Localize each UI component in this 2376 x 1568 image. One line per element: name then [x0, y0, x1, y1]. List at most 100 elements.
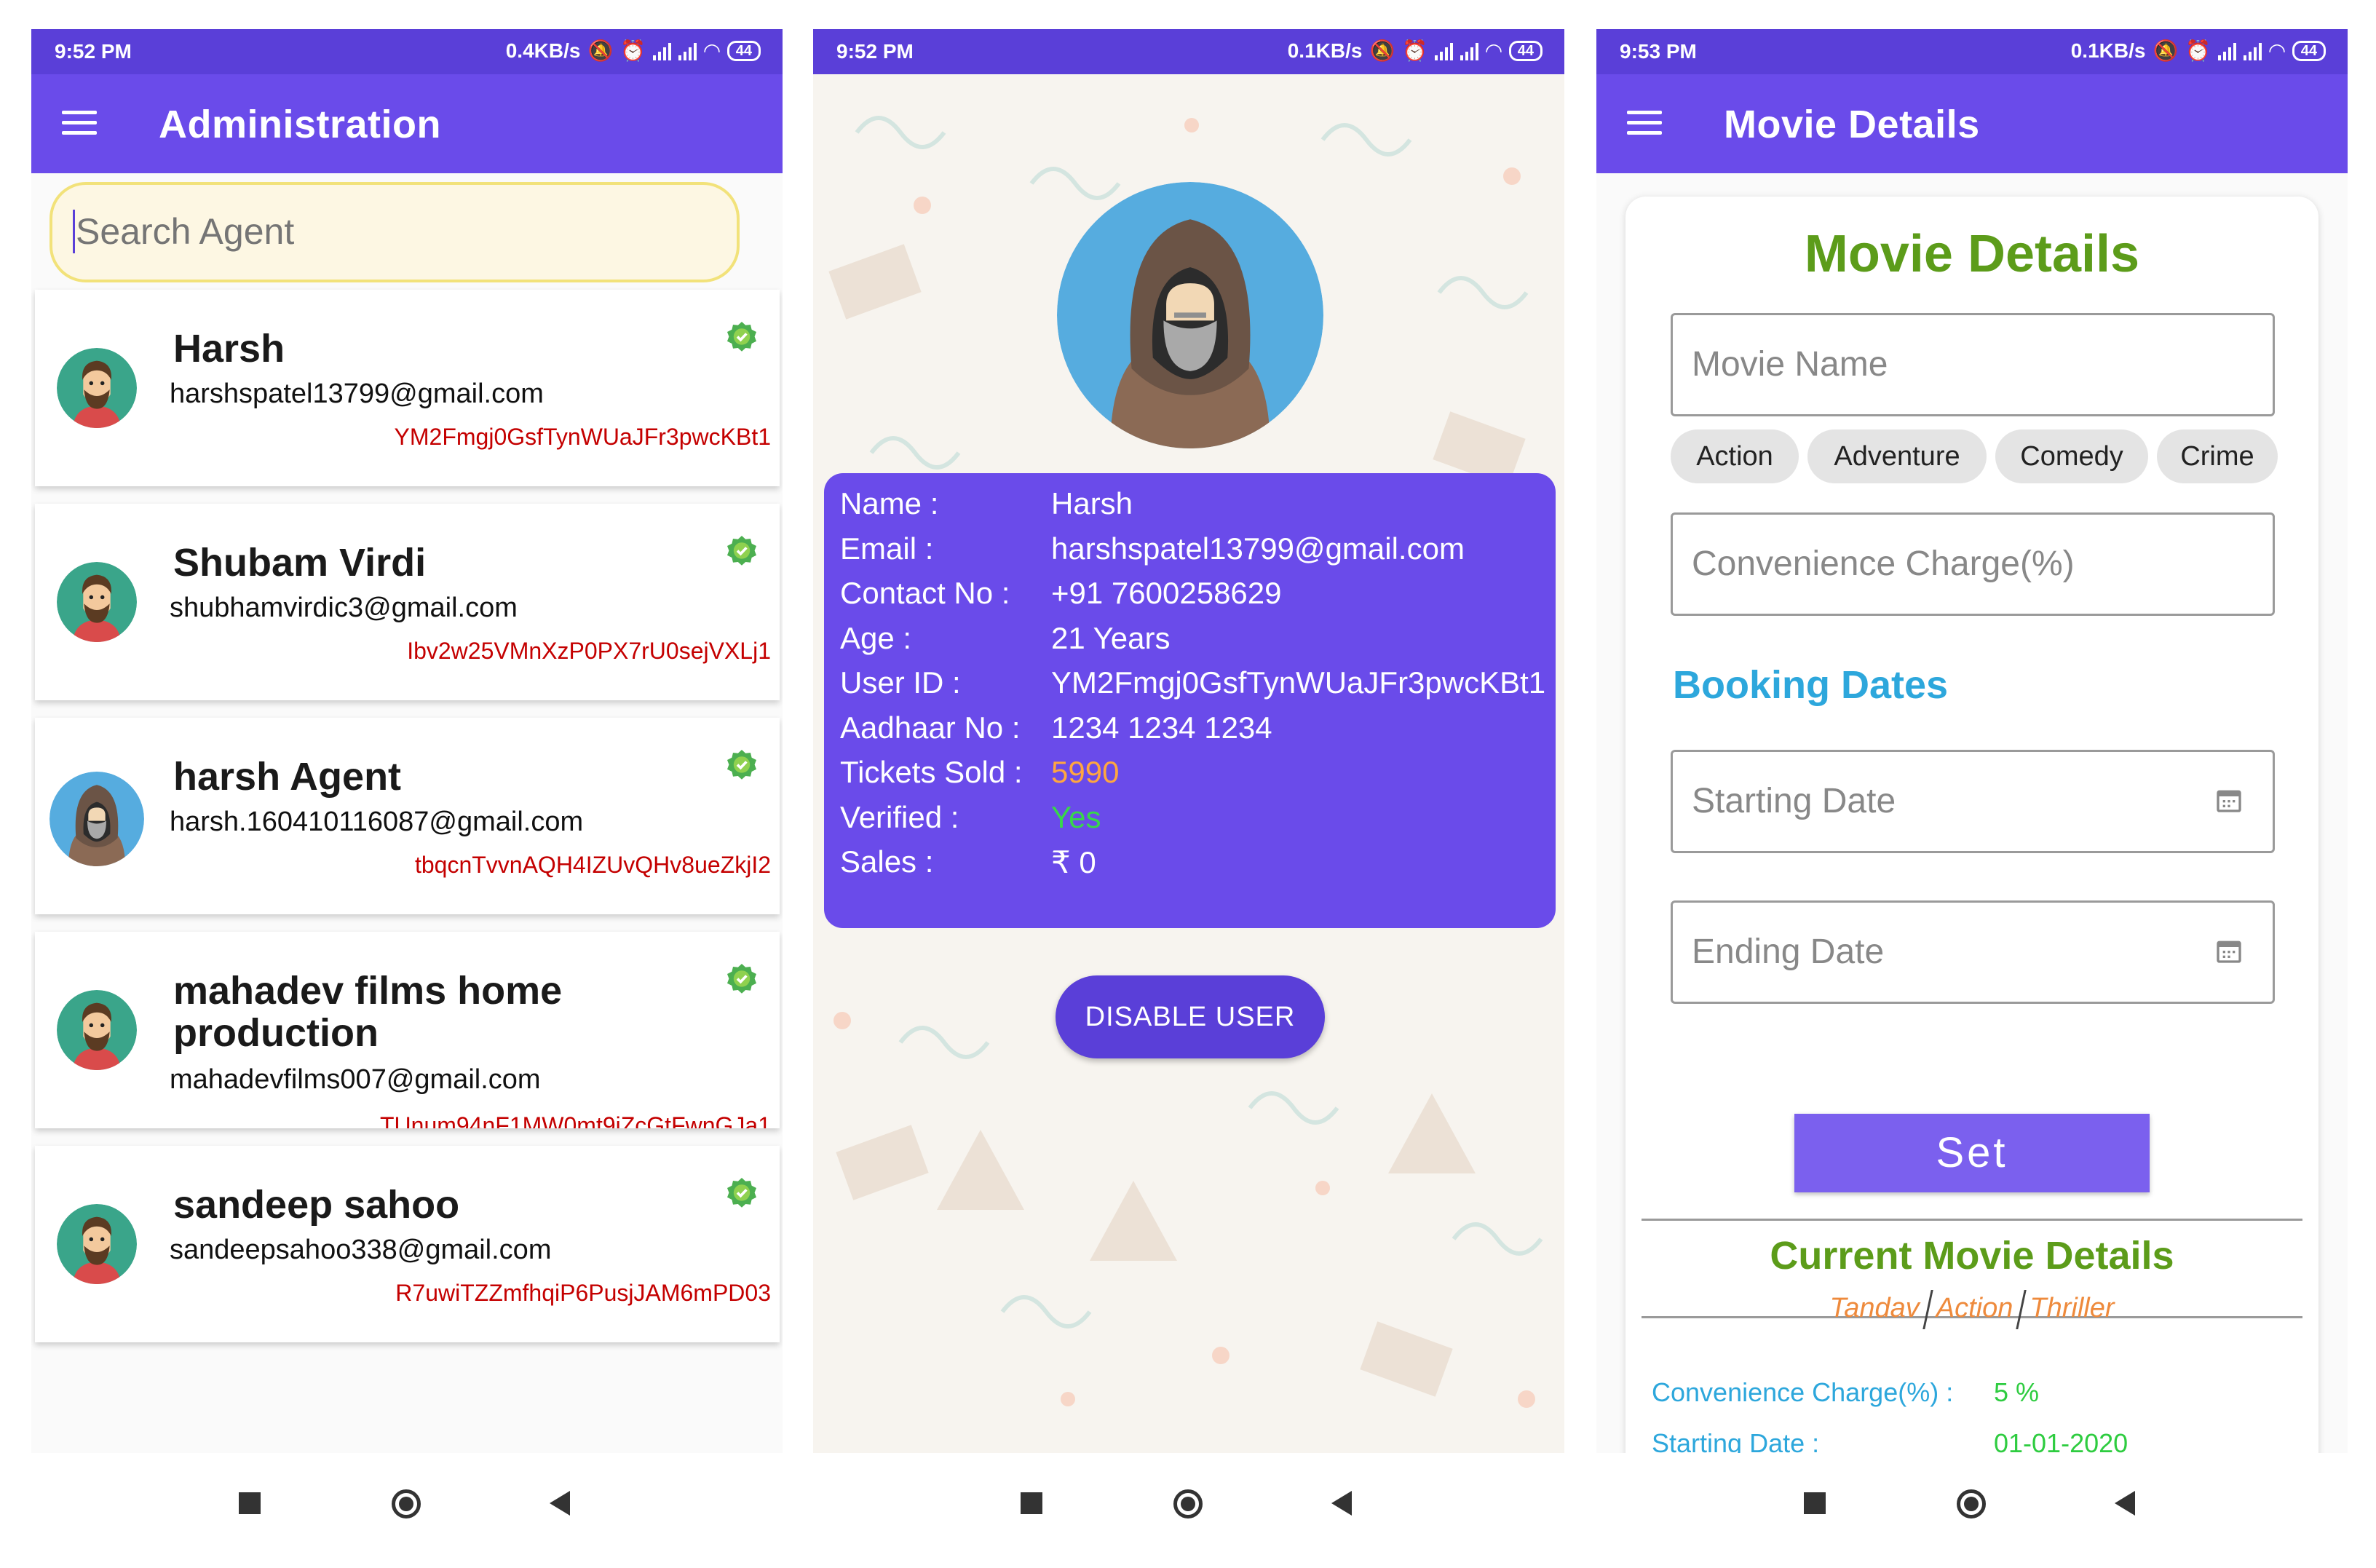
info-label: Sales : — [840, 844, 934, 879]
agent-avatar — [57, 562, 137, 642]
agent-avatar — [57, 1204, 137, 1284]
tag-genre: Thriller — [2030, 1293, 2115, 1324]
agent-user-id: Ibv2w25VMnXzP0PX7rU0sejVXLj1 — [407, 638, 771, 664]
menu-icon[interactable] — [1627, 111, 1662, 135]
network-speed: 0.1KB/s — [2070, 39, 2146, 62]
agent-avatar — [57, 990, 137, 1070]
info-value: YM2Fmgj0GsfTynWUaJFr3pwcKBt1 — [1051, 665, 1546, 700]
tag-genre: Action — [1936, 1293, 2013, 1324]
current-movie-title: Current Movie Details — [1770, 1234, 2174, 1278]
toolbar-title: Movie Details — [1724, 103, 1980, 146]
verified-badge-icon — [724, 962, 759, 997]
hooded-man-avatar-icon — [50, 772, 144, 866]
hooded-man-avatar-icon — [1057, 182, 1323, 448]
starting-date-field[interactable]: Starting Date — [1671, 750, 2275, 853]
recents-icon[interactable] — [239, 1492, 261, 1514]
status-time: 9:53 PM — [1620, 40, 1697, 63]
ending-date-field[interactable]: Ending Date — [1671, 900, 2275, 1004]
agent-name: Harsh — [173, 327, 285, 371]
agent-card[interactable]: Harsh harshspatel13799@gmail.com YM2Fmgj0G… — [35, 290, 780, 486]
signal-icon — [653, 41, 672, 60]
genre-chip-adventure[interactable]: Adventure — [1807, 429, 1987, 483]
info-label: Name : — [840, 486, 939, 520]
tag-separator — [2016, 1290, 2027, 1329]
signal-icon — [1435, 41, 1454, 60]
battery-icon: 44 — [726, 40, 761, 61]
booking-dates-title: Booking Dates — [1673, 663, 1949, 707]
search-input[interactable] — [74, 207, 703, 256]
agent-name: harsh Agent — [173, 755, 402, 799]
agent-card[interactable]: harsh Agent harsh.160410116087@gmail.com t… — [35, 718, 780, 914]
user-detail-screen: 9:52 PM 0.1KB/s 🔕 ⏰ ◠ 44 Name: Harsh Em… — [813, 29, 1564, 1568]
back-icon[interactable] — [2115, 1491, 2135, 1516]
home-icon[interactable] — [1173, 1489, 1203, 1518]
verified-badge-icon — [724, 1176, 759, 1211]
agent-user-id: R7uwiTZZmfhqiP6PusjJAM6mPD03 — [395, 1280, 771, 1306]
home-icon[interactable] — [392, 1489, 421, 1518]
bearded-man-avatar-icon — [57, 990, 137, 1070]
back-icon[interactable] — [1331, 1491, 1352, 1516]
agent-name: mahadev films home production — [173, 969, 563, 1055]
bearded-man-avatar-icon — [57, 1204, 137, 1284]
recents-icon[interactable] — [1804, 1492, 1826, 1514]
convenience-charge-placeholder: Convenience Charge(%) — [1692, 545, 2075, 583]
verified-badge-icon — [724, 534, 759, 569]
network-speed: 0.4KB/s — [505, 39, 581, 62]
info-label: Tickets Sold : — [840, 755, 1023, 789]
agent-avatar — [50, 772, 144, 866]
info-value: Harsh — [1051, 486, 1133, 520]
search-agent-field[interactable] — [50, 182, 740, 282]
app-toolbar: Administration — [31, 74, 783, 173]
genre-chip-comedy[interactable]: Comedy — [1995, 429, 2148, 483]
calendar-icon[interactable] — [2214, 785, 2244, 815]
agent-email: harsh.160410116087@gmail.com — [170, 807, 584, 837]
info-label: Aadhaar No : — [840, 710, 1021, 745]
back-icon[interactable] — [550, 1491, 570, 1516]
info-value: 5990 — [1051, 755, 1120, 789]
status-time: 9:52 PM — [836, 40, 914, 63]
calendar-icon[interactable] — [2214, 936, 2244, 965]
agent-card[interactable]: sandeep sahoo sandeepsahoo338@gmail.com R7… — [35, 1146, 780, 1342]
set-button[interactable]: Set — [1794, 1114, 2150, 1192]
tag-movie-name: Tandav — [1829, 1293, 1920, 1324]
genre-chip-crime[interactable]: Crime — [2157, 429, 2278, 483]
menu-icon[interactable] — [62, 111, 97, 135]
disable-user-button[interactable]: DISABLE USER — [1056, 975, 1325, 1058]
status-bar: 9:52 PM 0.4KB/s 🔕 ⏰ ◠ 44 — [31, 29, 783, 74]
verified-badge-icon — [724, 748, 759, 783]
movie-details-screen: 9:53 PM 0.1KB/s 🔕 ⏰ ◠ 44 Movie Details M… — [1596, 29, 2348, 1568]
status-bar: 9:53 PM 0.1KB/s 🔕 ⏰ ◠ 44 — [1596, 29, 2348, 74]
battery-icon: 44 — [2292, 40, 2326, 61]
signal-icon — [678, 41, 697, 60]
info-label: Age : — [840, 620, 912, 655]
info-value: Yes — [1051, 799, 1101, 834]
wifi-icon: ◠ — [2269, 39, 2285, 62]
alarm-icon: ⏰ — [2185, 39, 2211, 62]
mute-icon: 🔕 — [587, 39, 614, 62]
agent-card[interactable]: mahadev films home production mahadevfilm… — [35, 932, 780, 1128]
mute-icon: 🔕 — [2153, 39, 2179, 62]
genre-chip-action[interactable]: Action — [1671, 429, 1799, 483]
form-heading: Movie Details — [1804, 225, 2140, 283]
home-icon[interactable] — [1957, 1489, 1986, 1518]
current-convenience-value: 5 % — [1994, 1377, 2040, 1407]
agent-card[interactable]: Shubam Virdi shubhamvirdic3@gmail.com Ibv2… — [35, 504, 780, 700]
mute-icon: 🔕 — [1369, 39, 1395, 62]
admin-screen: 9:52 PM 0.4KB/s 🔕 ⏰ ◠ 44 Administration … — [31, 29, 783, 1568]
verified-badge-icon — [724, 320, 759, 355]
user-info-card: Name : Harsh Email : harshspatel13799@gmail… — [824, 473, 1556, 928]
signal-icon — [2244, 41, 2262, 60]
convenience-charge-field[interactable]: Convenience Charge(%) — [1671, 512, 2275, 616]
movie-name-field[interactable]: Movie Name — [1671, 313, 2275, 416]
info-value: 1234 1234 1234 — [1051, 710, 1272, 745]
battery-icon: 44 — [1508, 40, 1543, 61]
wifi-icon: ◠ — [704, 39, 720, 62]
status-bar: 9:52 PM 0.1KB/s 🔕 ⏰ ◠ 44 — [813, 29, 1564, 74]
app-toolbar: Movie Details — [1596, 74, 2348, 173]
recents-icon[interactable] — [1021, 1492, 1042, 1514]
info-label: Contact No : — [840, 576, 1010, 610]
alarm-icon: ⏰ — [620, 39, 646, 62]
tag-separator — [1922, 1290, 1933, 1329]
alarm-icon: ⏰ — [1402, 39, 1428, 62]
info-label: Verified : — [840, 799, 959, 834]
